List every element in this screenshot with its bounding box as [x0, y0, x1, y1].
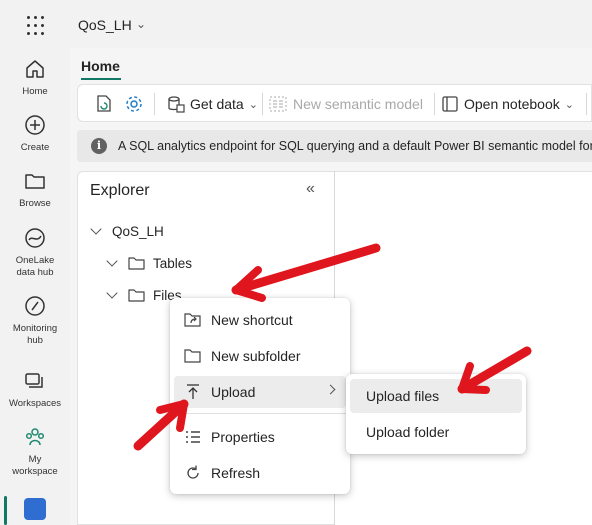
ribbon-divider	[154, 93, 155, 115]
nav-my-workspace-label-1: My	[28, 454, 42, 465]
info-icon: i	[91, 138, 107, 154]
active-item-indicator	[4, 496, 7, 525]
semantic-model-icon	[269, 96, 287, 112]
open-notebook-button[interactable]: Open notebook ⌄	[440, 93, 574, 115]
nav-monitoring-label-2: hub	[27, 335, 43, 346]
refresh-icon	[187, 465, 199, 479]
notebook-icon	[442, 96, 458, 112]
folder-icon	[128, 289, 145, 302]
info-banner: i A SQL analytics endpoint for SQL query…	[77, 130, 592, 162]
tree-root-lakehouse[interactable]: QoS_LH	[90, 223, 164, 239]
folder-icon	[25, 174, 45, 189]
nav-workspaces-label: Workspaces	[8, 398, 62, 409]
context-menu: New shortcut New subfolder Upload Proper…	[170, 298, 350, 494]
menu-item-new-subfolder[interactable]: New subfolder	[174, 340, 346, 372]
lakehouse-icon[interactable]	[24, 498, 46, 520]
nav-home-label: Home	[22, 86, 48, 97]
chevron-down-icon: ⌄	[248, 98, 258, 111]
home-icon	[26, 60, 44, 78]
chevron-down-icon[interactable]	[90, 223, 102, 235]
nav-workspaces[interactable]: Workspaces	[0, 370, 70, 410]
chevron-right-icon	[325, 384, 336, 395]
submenu-item-upload-folder[interactable]: Upload folder	[350, 415, 522, 449]
nav-browse-label: Browse	[19, 198, 51, 209]
new-semantic-model-label: New semantic model	[293, 96, 423, 112]
collapse-pane-icon[interactable]: «	[306, 180, 315, 198]
banner-text: A SQL analytics endpoint for SQL queryin…	[118, 139, 592, 153]
menu-item-label: New shortcut	[211, 312, 293, 328]
ribbon-divider	[434, 93, 435, 115]
tree-item-tables-label: Tables	[153, 256, 193, 271]
chevron-down-icon[interactable]	[106, 255, 118, 267]
chevron-down-icon[interactable]	[106, 287, 118, 299]
nav-monitoring[interactable]: Monitoring hub	[0, 295, 70, 347]
nav-onelake[interactable]: OneLake data hub	[0, 227, 70, 279]
gear-icon	[126, 96, 142, 112]
left-rail: Home Create Browse OneLake data hub Moni…	[0, 0, 70, 525]
top-bar: QoS_LH ⌄	[70, 0, 592, 48]
content-canvas	[335, 171, 592, 525]
folder-icon	[184, 349, 201, 363]
menu-item-label: Refresh	[211, 465, 261, 481]
tree-root-label: QoS_LH	[112, 224, 164, 239]
shortcut-icon	[184, 313, 201, 327]
properties-icon	[186, 431, 200, 443]
plus-circle-icon	[25, 115, 45, 135]
nav-create-label: Create	[20, 142, 50, 153]
monitoring-icon	[25, 296, 45, 316]
upload-submenu: Upload files Upload folder	[346, 374, 526, 454]
nav-create[interactable]: Create	[0, 114, 70, 154]
app-launcher-icon[interactable]	[24, 14, 48, 38]
menu-item-refresh[interactable]: Refresh	[174, 457, 346, 489]
refresh-document-icon	[97, 95, 111, 112]
nav-my-workspace-label-2: workspace	[12, 466, 58, 477]
nav-monitoring-label-1: Monitoring	[12, 323, 58, 334]
nav-my-workspace[interactable]: My workspace	[0, 426, 70, 478]
my-workspace-icon	[25, 428, 45, 446]
nav-home[interactable]: Home	[0, 58, 70, 98]
menu-item-label: New subfolder	[211, 348, 301, 364]
menu-item-properties[interactable]: Properties	[174, 421, 346, 453]
nav-onelake-label-1: OneLake	[15, 255, 55, 266]
submenu-item-upload-files[interactable]: Upload files	[350, 379, 522, 413]
tree-item-tables[interactable]: Tables	[106, 255, 193, 271]
ribbon-divider	[262, 93, 263, 115]
menu-item-label: Properties	[211, 429, 275, 445]
open-notebook-label: Open notebook	[464, 96, 560, 112]
new-semantic-model-button[interactable]: New semantic model	[268, 93, 423, 115]
database-icon	[168, 96, 185, 113]
upload-icon	[187, 384, 199, 399]
folder-icon	[128, 257, 145, 270]
ribbon-divider	[586, 93, 587, 115]
nav-browse[interactable]: Browse	[0, 170, 70, 210]
chevron-down-icon[interactable]: ⌄	[136, 17, 146, 31]
menu-item-label: Upload	[211, 384, 256, 400]
workspaces-icon	[25, 373, 43, 388]
menu-divider	[174, 413, 346, 414]
get-data-label: Get data	[190, 96, 244, 112]
onelake-icon	[25, 228, 45, 248]
nav-onelake-label-2: data hub	[16, 267, 54, 278]
settings-button[interactable]	[124, 93, 144, 115]
refresh-sync-button[interactable]	[94, 93, 114, 115]
get-data-button[interactable]: Get data ⌄	[166, 93, 258, 115]
tab-home-underline	[81, 78, 121, 80]
chevron-down-icon: ⌄	[564, 98, 574, 111]
workspace-name[interactable]: QoS_LH	[78, 17, 132, 33]
menu-item-upload[interactable]: Upload	[174, 376, 346, 408]
menu-item-new-shortcut[interactable]: New shortcut	[174, 304, 346, 336]
explorer-title: Explorer	[90, 182, 150, 199]
tab-home[interactable]: Home	[81, 58, 120, 74]
ribbon-toolbar: Get data ⌄ New semantic model Open noteb…	[77, 84, 592, 122]
